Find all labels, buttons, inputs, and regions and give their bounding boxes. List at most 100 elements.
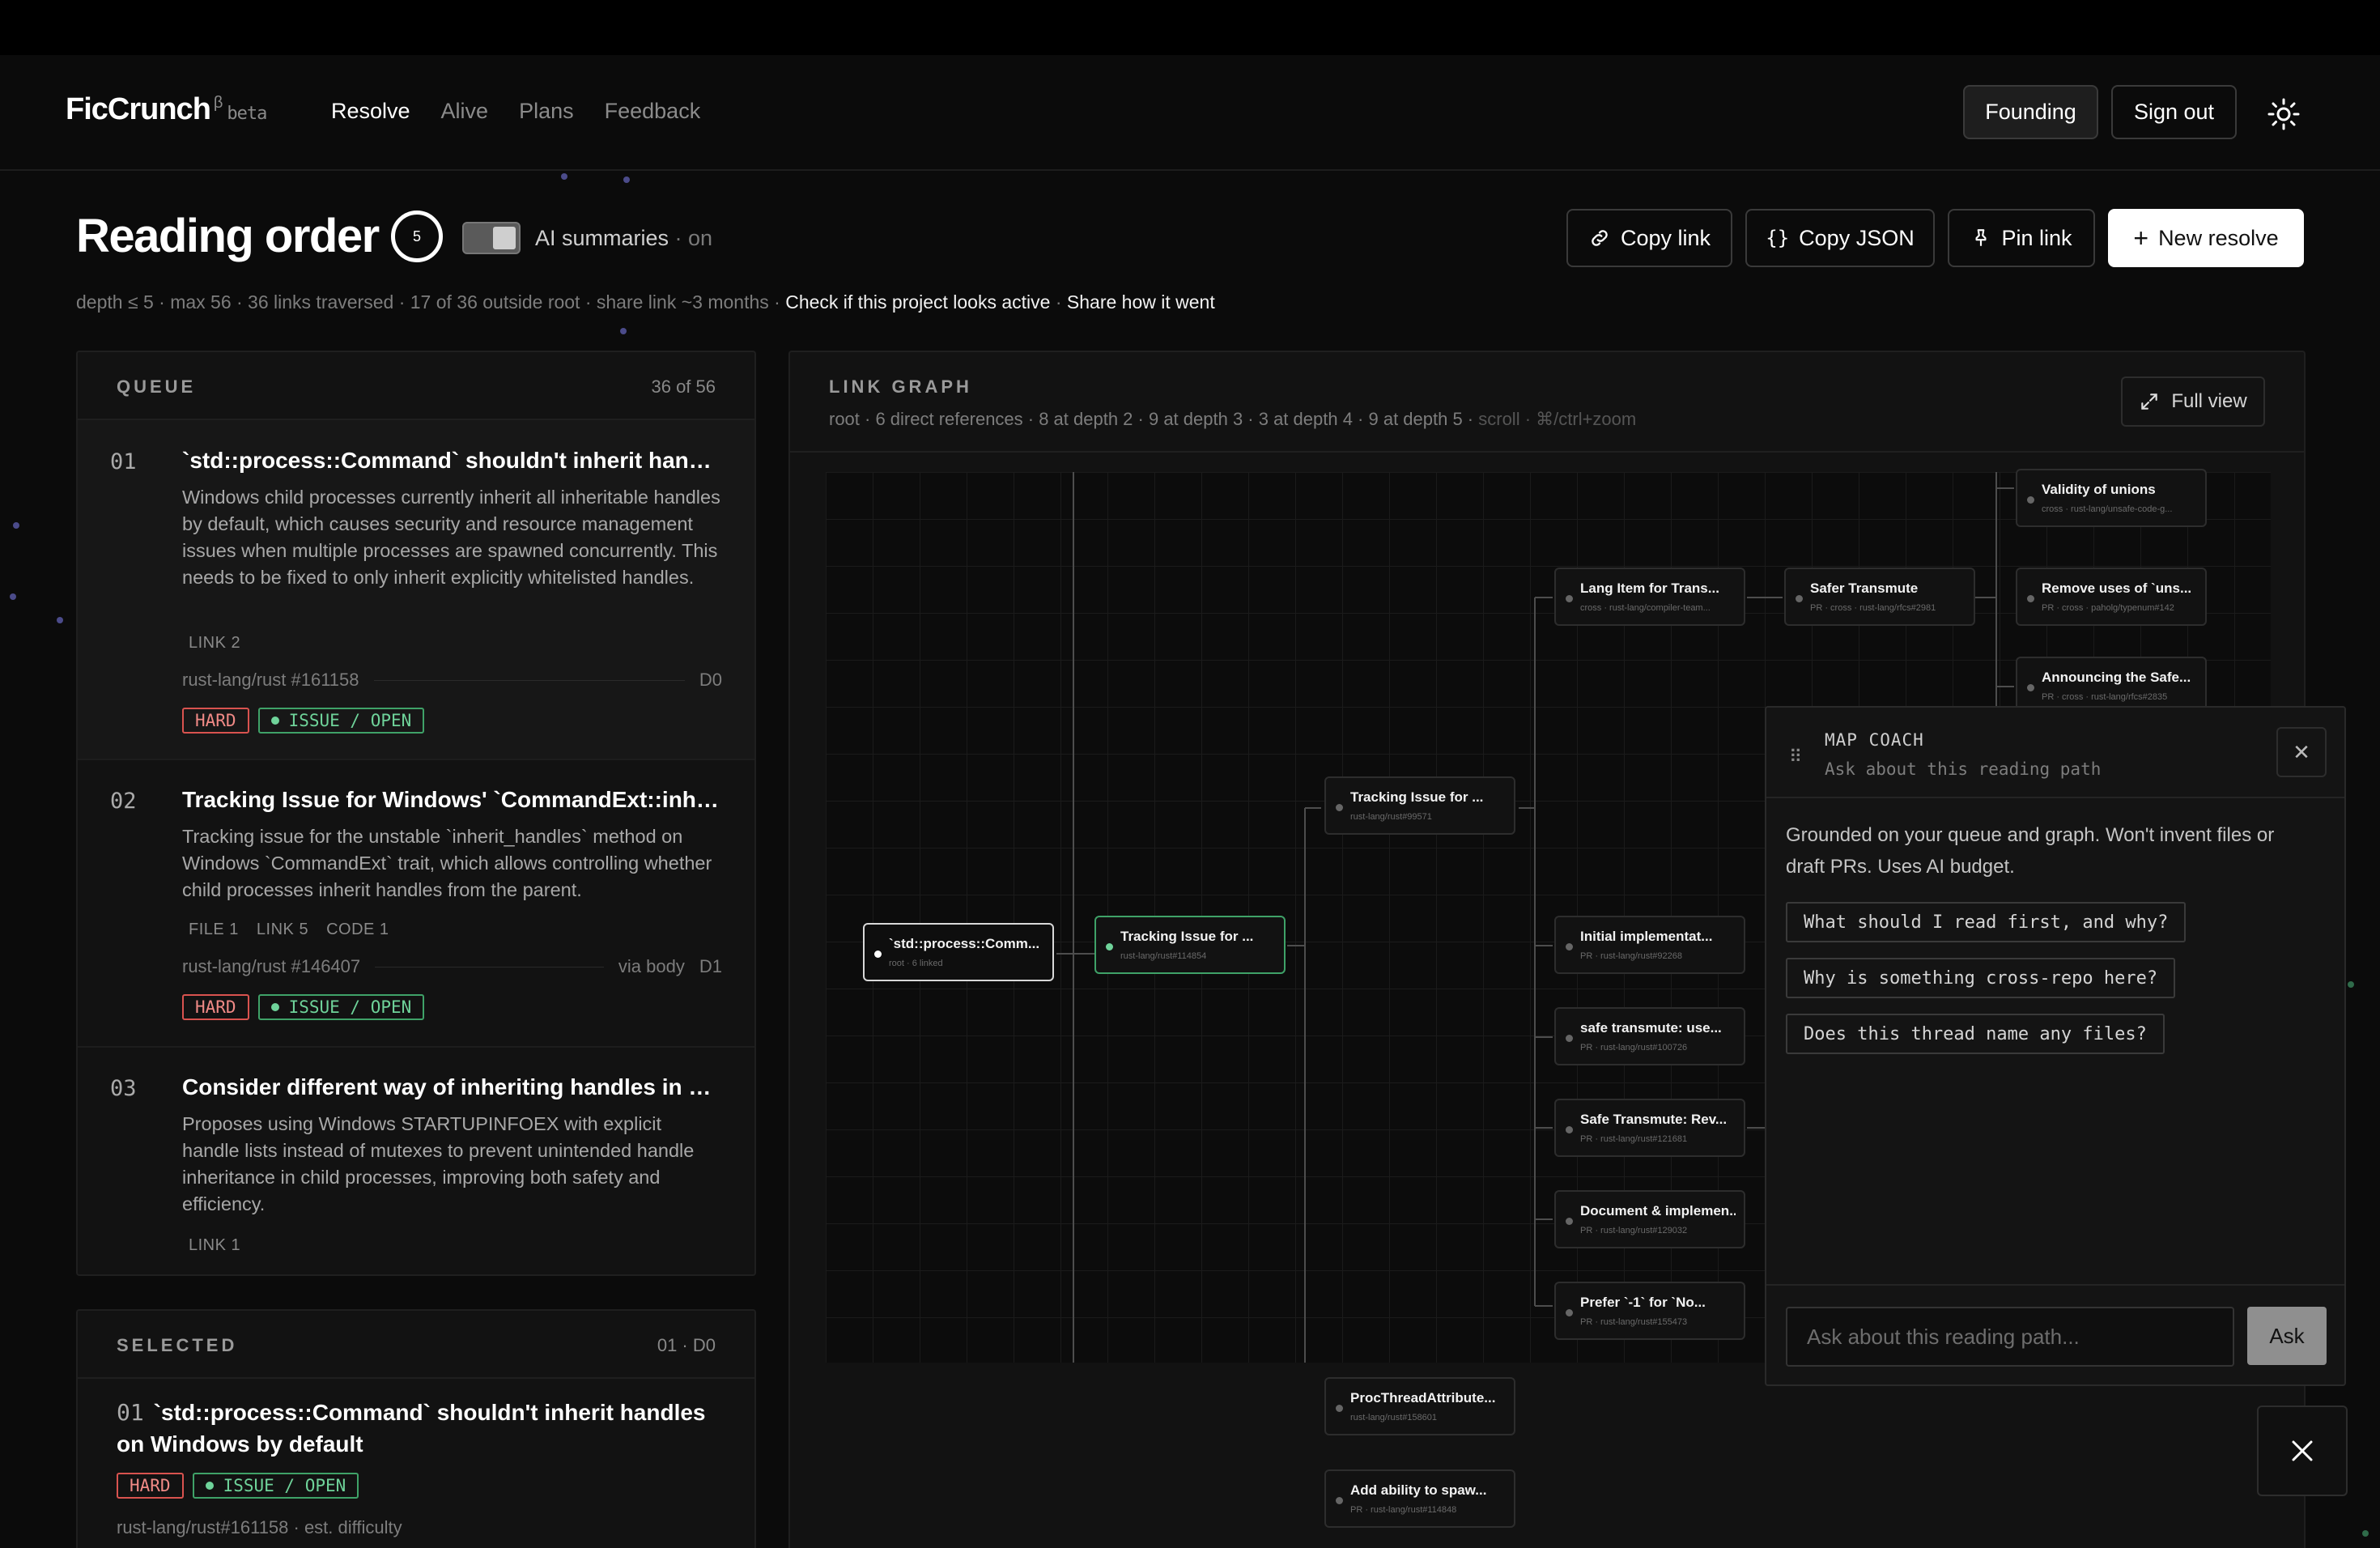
status-text: ISSUE / OPEN	[223, 1476, 346, 1495]
status-dot-icon	[270, 1003, 279, 1011]
repo-ref[interactable]: rust-lang/rust #146407	[182, 956, 360, 977]
full-view-label: Full view	[2171, 390, 2247, 412]
suggestion-button[interactable]: Why is something cross-repo here?	[1786, 958, 2176, 998]
depth-label: D1	[699, 956, 722, 976]
graph-node-root[interactable]: `std::process::Comm... root · 6 linked	[863, 923, 1054, 981]
graph-node[interactable]: Safe Transmute: Rev... PR · rust-lang/rus…	[1554, 1099, 1745, 1157]
full-view-button[interactable]: Full view	[2121, 376, 2265, 427]
coach-footer: Ask	[1766, 1284, 2344, 1384]
top-bar	[0, 0, 2380, 55]
selected-panel: SELECTED 01 · D0 01 `std::process::Comman…	[76, 1309, 756, 1548]
particle-dot	[10, 593, 16, 600]
copy-link-button[interactable]: Copy link	[1566, 209, 1732, 267]
queue-item-number: 03	[110, 1076, 137, 1101]
new-resolve-button[interactable]: + New resolve	[2108, 209, 2304, 267]
queue-item[interactable]: 01 `std::process::Command` shouldn't inh…	[78, 420, 754, 760]
meta-separator: ·	[1050, 291, 1067, 313]
brand-tag: beta	[227, 104, 267, 124]
queue-item[interactable]: 03 Consider different way of inheriting …	[78, 1048, 754, 1274]
founding-button[interactable]: Founding	[1963, 85, 2098, 139]
coach-header: ⠿ MAP COACH Ask about this reading path …	[1766, 708, 2344, 798]
graph-node[interactable]: Remove uses of `uns... PR · cross · pahol…	[2016, 568, 2207, 626]
coach-question-input[interactable]	[1786, 1307, 2234, 1367]
node-title: Validity of unions	[2042, 482, 2156, 497]
graph-node[interactable]: Tracking Issue for ... rust-lang/rust#995…	[1324, 776, 1515, 835]
close-icon[interactable]: ✕	[2276, 727, 2327, 777]
particle-dot	[57, 617, 63, 623]
brand-name: FicCrunch	[66, 92, 211, 126]
node-subtitle: PR · rust-lang/rust#114848	[1350, 1505, 1457, 1515]
selected-title: 01 `std::process::Command` shouldn't inhe…	[117, 1397, 724, 1460]
selected-title-text: `std::process::Command` shouldn't inheri…	[117, 1400, 706, 1457]
depth-indicator: 5	[391, 211, 443, 262]
tag: LINK 2	[189, 634, 241, 652]
node-title: safe transmute: use...	[1580, 1020, 1722, 1036]
node-subtitle: rust-lang/rust#99571	[1350, 812, 1432, 822]
drag-handle-icon[interactable]: ⠿	[1789, 746, 1802, 768]
graph-node[interactable]: Tracking Issue for ... rust-lang/rust#114…	[1094, 916, 1286, 974]
queue-panel: QUEUE 36 of 56 01 `std::process::Command…	[76, 351, 756, 1276]
status-badge: ISSUE / OPEN	[257, 708, 425, 734]
queue-item-repo-row: rust-lang/rust #161158 D0	[182, 670, 722, 691]
node-title: ProcThreadAttribute...	[1350, 1390, 1496, 1406]
sun-icon[interactable]	[2267, 97, 2301, 131]
graph-node[interactable]: Safer Transmute PR · cross · rust-lang/rf…	[1784, 568, 1975, 626]
graph-node[interactable]: Prefer `-1` for `No... PR · rust-lang/rus…	[1554, 1282, 1745, 1340]
graph-node[interactable]: Lang Item for Trans... cross · rust-lang/…	[1554, 568, 1745, 626]
node-subtitle: rust-lang/rust#114854	[1120, 951, 1207, 961]
graph-header: LINK GRAPH root · 6 direct references · …	[790, 352, 2304, 453]
share-feedback-link[interactable]: Share how it went	[1067, 291, 1215, 313]
queue-item-tags: LINK 1	[189, 1236, 240, 1255]
nav-alive[interactable]: Alive	[441, 99, 489, 124]
node-subtitle: PR · rust-lang/rust#100726	[1580, 1043, 1688, 1053]
tag: LINK 1	[189, 1236, 241, 1254]
tag: CODE 1	[326, 921, 389, 938]
graph-node[interactable]: Initial implementat... PR · rust-lang/rus…	[1554, 916, 1745, 974]
selected-badges: HARD ISSUE / OPEN	[117, 1473, 359, 1499]
queue-count: 36 of 56	[651, 376, 716, 397]
node-title: Tracking Issue for ...	[1120, 929, 1254, 944]
brand-logo[interactable]: FicCrunch βbeta	[66, 92, 267, 127]
sign-out-button[interactable]: Sign out	[2111, 85, 2237, 139]
node-title: Safer Transmute	[1810, 580, 1919, 596]
suggestion-button[interactable]: What should I read first, and why?	[1786, 902, 2187, 942]
node-subtitle: PR · cross · paholg/typenum#142	[2042, 603, 2174, 613]
copy-json-button[interactable]: {} Copy JSON	[1745, 209, 1935, 267]
node-title: Remove uses of `uns...	[2042, 580, 2192, 596]
status-text: ISSUE / OPEN	[288, 711, 412, 730]
ai-summaries-toggle[interactable]	[462, 222, 521, 254]
queue-item-description: Tracking issue for the unstable `inherit…	[182, 826, 712, 900]
queue-item-description: Windows child processes currently inheri…	[182, 487, 720, 588]
suggestion-button[interactable]: Does this thread name any files?	[1786, 1014, 2165, 1054]
tag: LINK 5	[256, 921, 309, 938]
repo-ref[interactable]: rust-lang/rust #161158	[182, 670, 359, 691]
particle-dot	[623, 176, 630, 183]
node-title: Initial implementat...	[1580, 929, 1713, 944]
queue-label: QUEUE	[117, 376, 197, 397]
map-coach-panel: ⠿ MAP COACH Ask about this reading path …	[1765, 706, 2346, 1386]
graph-node[interactable]: safe transmute: use... PR · rust-lang/rus…	[1554, 1007, 1745, 1065]
close-overlay-button[interactable]	[2257, 1406, 2348, 1496]
nav-resolve[interactable]: Resolve	[331, 99, 410, 124]
queue-header: QUEUE 36 of 56	[78, 352, 754, 420]
graph-node[interactable]: Document & implemen... PR · rust-lang/rus…	[1554, 1190, 1745, 1248]
graph-node[interactable]: Validity of unions cross · rust-lang/unsa…	[2016, 469, 2207, 527]
via-label: via body	[618, 956, 685, 976]
nav-plans[interactable]: Plans	[519, 99, 574, 124]
status-dot-icon	[205, 1482, 214, 1490]
ask-button[interactable]: Ask	[2247, 1307, 2327, 1365]
node-title: Document & implemen...	[1580, 1203, 1736, 1218]
copy-json-label: Copy JSON	[1799, 225, 1915, 250]
pin-link-button[interactable]: Pin link	[1948, 209, 2095, 267]
queue-item[interactable]: 02 Tracking Issue for Windows' `CommandE…	[78, 760, 754, 1048]
node-title: Prefer `-1` for `No...	[1580, 1295, 1706, 1310]
nav-feedback[interactable]: Feedback	[605, 99, 701, 124]
queue-item-badges: HARD ISSUE / OPEN	[182, 994, 425, 1020]
graph-node[interactable]: Add ability to spaw... PR · rust-lang/rus…	[1324, 1469, 1515, 1528]
graph-node[interactable]: ProcThreadAttribute... rust-lang/rust#158…	[1324, 1377, 1515, 1435]
check-active-link[interactable]: Check if this project looks active	[785, 291, 1050, 313]
plus-icon: +	[2133, 223, 2149, 253]
graph-summary: root · 6 direct references · 8 at depth …	[829, 409, 1636, 430]
difficulty-badge: HARD	[117, 1473, 184, 1499]
status-text: ISSUE / OPEN	[288, 997, 412, 1017]
